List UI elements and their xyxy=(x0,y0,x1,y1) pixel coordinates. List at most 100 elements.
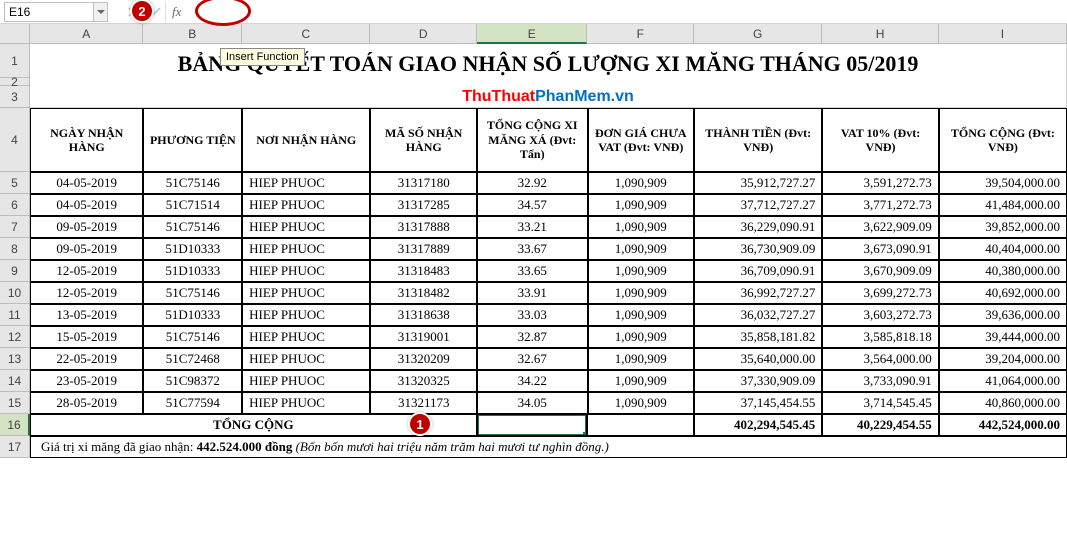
cell-C12[interactable]: HIEP PHUOC xyxy=(242,326,370,348)
col-header-H[interactable]: H xyxy=(822,24,938,44)
cell-E10[interactable]: 33.91 xyxy=(477,282,588,304)
cell-E6[interactable]: 34.57 xyxy=(477,194,588,216)
cell-D5[interactable]: 31317180 xyxy=(370,172,477,194)
cell-F7[interactable]: 1,090,909 xyxy=(588,216,695,238)
cell-H12[interactable]: 3,585,818.18 xyxy=(822,326,938,348)
cell-E11[interactable]: 33.03 xyxy=(477,304,588,326)
cell-B9[interactable]: 51D10333 xyxy=(143,260,242,282)
col-header-I[interactable]: I xyxy=(939,24,1067,44)
row-header-12[interactable]: 12 xyxy=(0,326,30,348)
cell-I9[interactable]: 40,380,000.00 xyxy=(939,260,1067,282)
cell-G6[interactable]: 37,712,727.27 xyxy=(694,194,822,216)
cell-C14[interactable]: HIEP PHUOC xyxy=(242,370,370,392)
cell-F14[interactable]: 1,090,909 xyxy=(588,370,695,392)
row-header-3[interactable]: 3 xyxy=(0,86,30,108)
cell-G8[interactable]: 36,730,909.09 xyxy=(694,238,822,260)
col-header-C[interactable]: C xyxy=(242,24,370,44)
cell-I5[interactable]: 39,504,000.00 xyxy=(939,172,1067,194)
cell-F16[interactable] xyxy=(587,414,694,436)
cell-D15[interactable]: 31321173 xyxy=(370,392,477,414)
cell-I7[interactable]: 39,852,000.00 xyxy=(939,216,1067,238)
cell-I12[interactable]: 39,444,000.00 xyxy=(939,326,1067,348)
cell-B13[interactable]: 51C72468 xyxy=(143,348,242,370)
cell-H15[interactable]: 3,714,545.45 xyxy=(822,392,938,414)
row-header-6[interactable]: 6 xyxy=(0,194,30,216)
cell-A10[interactable]: 12-05-2019 xyxy=(30,282,143,304)
cell-C6[interactable]: HIEP PHUOC xyxy=(242,194,370,216)
cell-E12[interactable]: 32.87 xyxy=(477,326,588,348)
cell-A5[interactable]: 04-05-2019 xyxy=(30,172,143,194)
cell-F6[interactable]: 1,090,909 xyxy=(588,194,695,216)
cell-G11[interactable]: 36,032,727.27 xyxy=(694,304,822,326)
select-all-corner[interactable] xyxy=(0,24,30,44)
cell-F15[interactable]: 1,090,909 xyxy=(588,392,695,414)
cell-H7[interactable]: 3,622,909.09 xyxy=(822,216,938,238)
cell-H14[interactable]: 3,733,090.91 xyxy=(822,370,938,392)
cell-G9[interactable]: 36,709,090.91 xyxy=(694,260,822,282)
row-header-11[interactable]: 11 xyxy=(0,304,30,326)
cell-E16-selected[interactable] xyxy=(477,414,588,436)
cell-C11[interactable]: HIEP PHUOC xyxy=(242,304,370,326)
col-header-D[interactable]: D xyxy=(370,24,477,44)
cell-B10[interactable]: 51C75146 xyxy=(143,282,242,304)
cell-D10[interactable]: 31318482 xyxy=(370,282,477,304)
cell-A11[interactable]: 13-05-2019 xyxy=(30,304,143,326)
cell-G14[interactable]: 37,330,909.09 xyxy=(694,370,822,392)
row-header-5[interactable]: 5 xyxy=(0,172,30,194)
row-header-13[interactable]: 13 xyxy=(0,348,30,370)
cell-I8[interactable]: 40,404,000.00 xyxy=(939,238,1067,260)
cell-H5[interactable]: 3,591,272.73 xyxy=(822,172,938,194)
cell-H10[interactable]: 3,699,272.73 xyxy=(822,282,938,304)
cell-A8[interactable]: 09-05-2019 xyxy=(30,238,143,260)
cell-G15[interactable]: 37,145,454.55 xyxy=(694,392,822,414)
cell-G13[interactable]: 35,640,000.00 xyxy=(694,348,822,370)
col-header-E[interactable]: E xyxy=(477,24,588,44)
cell-B11[interactable]: 51D10333 xyxy=(143,304,242,326)
col-header-G[interactable]: G xyxy=(694,24,822,44)
cell-E5[interactable]: 32.92 xyxy=(477,172,588,194)
cell-B5[interactable]: 51C75146 xyxy=(143,172,242,194)
cell-C13[interactable]: HIEP PHUOC xyxy=(242,348,370,370)
total-I[interactable]: 442,524,000.00 xyxy=(939,414,1067,436)
cell-D8[interactable]: 31317889 xyxy=(370,238,477,260)
cell-D13[interactable]: 31320209 xyxy=(370,348,477,370)
cell-B6[interactable]: 51C71514 xyxy=(143,194,242,216)
total-H[interactable]: 40,229,454.55 xyxy=(822,414,939,436)
cell-I6[interactable]: 41,484,000.00 xyxy=(939,194,1067,216)
cell-D12[interactable]: 31319001 xyxy=(370,326,477,348)
cell-C15[interactable]: HIEP PHUOC xyxy=(242,392,370,414)
row-header-14[interactable]: 14 xyxy=(0,370,30,392)
cell-F12[interactable]: 1,090,909 xyxy=(588,326,695,348)
cell-H6[interactable]: 3,771,272.73 xyxy=(822,194,938,216)
cell-E15[interactable]: 34.05 xyxy=(477,392,588,414)
grid[interactable]: BẢNG QUYẾT TOÁN GIAO NHẬN SỐ LƯỢNG XI MĂ… xyxy=(30,44,1067,458)
col-header-B[interactable]: B xyxy=(143,24,242,44)
total-G[interactable]: 402,294,545.45 xyxy=(694,414,822,436)
cell-H9[interactable]: 3,670,909.09 xyxy=(822,260,938,282)
cell-I13[interactable]: 39,204,000.00 xyxy=(939,348,1067,370)
cell-I15[interactable]: 40,860,000.00 xyxy=(939,392,1067,414)
row-header-9[interactable]: 9 xyxy=(0,260,30,282)
cell-A7[interactable]: 09-05-2019 xyxy=(30,216,143,238)
cell-F9[interactable]: 1,090,909 xyxy=(588,260,695,282)
cell-D14[interactable]: 31320325 xyxy=(370,370,477,392)
row-header-15[interactable]: 15 xyxy=(0,392,30,414)
cell-A9[interactable]: 12-05-2019 xyxy=(30,260,143,282)
cell-G5[interactable]: 35,912,727.27 xyxy=(694,172,822,194)
cell-H11[interactable]: 3,603,272.73 xyxy=(822,304,938,326)
cell-G12[interactable]: 35,858,181.82 xyxy=(694,326,822,348)
cell-E9[interactable]: 33.65 xyxy=(477,260,588,282)
cell-C9[interactable]: HIEP PHUOC xyxy=(242,260,370,282)
row-header-4[interactable]: 4 xyxy=(0,108,30,172)
cell-D6[interactable]: 31317285 xyxy=(370,194,477,216)
cell-C8[interactable]: HIEP PHUOC xyxy=(242,238,370,260)
cell-E7[interactable]: 33.21 xyxy=(477,216,588,238)
cell-I11[interactable]: 39,636,000.00 xyxy=(939,304,1067,326)
insert-function-button[interactable]: fx xyxy=(166,2,187,22)
row-header-17[interactable]: 17 xyxy=(0,436,30,458)
cell-F5[interactable]: 1,090,909 xyxy=(588,172,695,194)
name-box[interactable]: E16 xyxy=(4,2,94,22)
row-header-7[interactable]: 7 xyxy=(0,216,30,238)
cell-B12[interactable]: 51C75146 xyxy=(143,326,242,348)
cell-A13[interactable]: 22-05-2019 xyxy=(30,348,143,370)
